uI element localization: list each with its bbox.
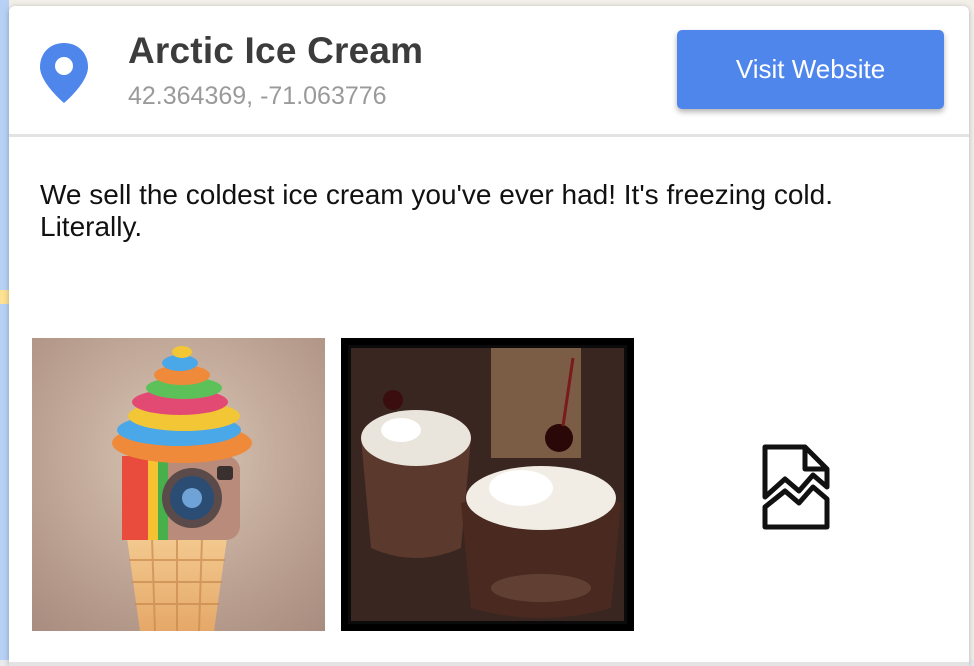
photo-ice-cream-camera[interactable] xyxy=(32,338,325,631)
card-header: Arctic Ice Cream 42.364369, -71.063776 V… xyxy=(9,6,969,137)
place-description: We sell the coldest ice cream you've eve… xyxy=(40,179,833,242)
ice-cream-camera-image xyxy=(112,346,252,631)
place-coordinates: 42.364369, -71.063776 xyxy=(128,82,387,110)
photo-sundaes[interactable] xyxy=(341,338,634,631)
card-footer-divider xyxy=(9,662,969,666)
map-road xyxy=(0,290,9,304)
place-title: Arctic Ice Cream xyxy=(128,30,424,71)
sundaes-image xyxy=(341,338,634,631)
broken-image-icon xyxy=(762,444,830,530)
place-info-card: Arctic Ice Cream 42.364369, -71.063776 V… xyxy=(9,6,969,666)
location-pin-icon xyxy=(40,43,88,103)
visit-website-button[interactable]: Visit Website xyxy=(677,30,944,109)
